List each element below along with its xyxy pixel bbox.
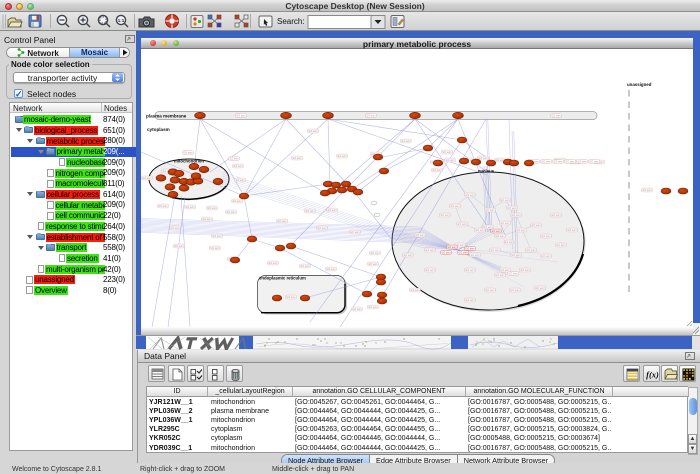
svg-text:GO term: GO term (292, 157, 301, 160)
svg-text:GO term: GO term (317, 227, 326, 230)
svg-text:GO term: GO term (210, 247, 219, 250)
svg-text:GO term: GO term (495, 274, 504, 277)
svg-text:unassigned: unassigned (627, 82, 652, 87)
svg-text:GO term: GO term (352, 308, 361, 311)
svg-text:GO term: GO term (526, 249, 535, 252)
svg-text:GO term: GO term (508, 273, 517, 276)
svg-text:GO term: GO term (326, 268, 335, 271)
svg-text:GO term: GO term (520, 269, 529, 272)
svg-text:GO term: GO term (233, 165, 242, 168)
svg-text:GO term: GO term (300, 265, 309, 268)
svg-text:GO term: GO term (553, 161, 562, 164)
svg-text:GO term: GO term (511, 214, 520, 217)
svg-text:GO term: GO term (541, 235, 550, 238)
svg-text:GO term: GO term (490, 249, 499, 252)
svg-text:GO term: GO term (286, 296, 295, 299)
svg-text:GO term: GO term (470, 254, 479, 257)
svg-text:GO term: GO term (491, 230, 500, 233)
svg-text:GO term: GO term (483, 226, 492, 229)
svg-text:GO term: GO term (170, 227, 179, 230)
svg-text:GO term: GO term (370, 252, 379, 255)
svg-text:1:1: 1:1 (118, 18, 125, 23)
svg-text:GO term: GO term (511, 254, 520, 257)
svg-text:Search:: Search: (277, 17, 305, 26)
svg-text:GO term: GO term (142, 177, 151, 180)
svg-text:GO term: GO term (504, 241, 513, 244)
svg-text:GO term: GO term (445, 159, 454, 162)
svg-text:GO term: GO term (500, 199, 509, 202)
svg-text:plasma membrane: plasma membrane (146, 114, 187, 119)
svg-text:endoplasmic reticulum: endoplasmic reticulum (259, 276, 306, 281)
svg-text:GO term: GO term (642, 189, 651, 192)
svg-text:nucleus: nucleus (478, 169, 495, 174)
svg-text:GO term: GO term (485, 209, 494, 212)
svg-text:GO term: GO term (368, 306, 377, 309)
svg-text:cytoplasm: cytoplasm (147, 127, 170, 132)
svg-text:GO term: GO term (425, 249, 434, 252)
svg-text:GO term: GO term (305, 210, 314, 213)
svg-text:GO term: GO term (531, 224, 540, 227)
svg-text:GO term: GO term (551, 214, 560, 217)
svg-text:mitochondrion: mitochondrion (174, 159, 204, 164)
svg-text:GO term: GO term (232, 200, 241, 203)
svg-text:GO term: GO term (277, 220, 286, 223)
svg-text:GO term: GO term (403, 254, 412, 257)
svg-text:GO term: GO term (577, 161, 586, 164)
svg-text:GO term: GO term (327, 209, 336, 212)
svg-text:GO term: GO term (551, 115, 560, 118)
svg-text:GO term: GO term (425, 269, 434, 272)
svg-text:GO term: GO term (465, 248, 474, 251)
svg-text:GO term: GO term (350, 231, 359, 234)
svg-text:GO term: GO term (567, 229, 576, 232)
svg-text:GO term: GO term (516, 229, 525, 232)
svg-text:GO term: GO term (337, 155, 346, 158)
svg-text:GO term: GO term (440, 214, 449, 217)
svg-text:GO term: GO term (465, 299, 474, 302)
svg-text:GO term: GO term (535, 287, 544, 290)
svg-text:GO term: GO term (441, 252, 450, 255)
svg-text:GO term: GO term (465, 194, 474, 197)
svg-text:GO term: GO term (174, 245, 183, 248)
svg-text:GO term: GO term (410, 289, 419, 292)
svg-text:GO term: GO term (185, 206, 194, 209)
svg-text:GO term: GO term (589, 161, 598, 164)
svg-text:GO term: GO term (183, 152, 192, 155)
svg-text:GO term: GO term (458, 252, 467, 255)
svg-text:GO term: GO term (475, 229, 484, 232)
svg-text:GO term: GO term (510, 289, 519, 292)
svg-text:GO term: GO term (212, 235, 221, 238)
svg-text:GO term: GO term (226, 211, 235, 214)
svg-text:GO term: GO term (308, 130, 317, 133)
svg-text:GO term: GO term (368, 263, 377, 266)
svg-text:GO term: GO term (229, 158, 238, 161)
svg-text:GO term: GO term (447, 246, 456, 249)
svg-text:GO term: GO term (415, 234, 424, 237)
svg-text:GO term: GO term (495, 235, 504, 238)
svg-text:GO term: GO term (401, 140, 410, 143)
svg-text:GO term: GO term (236, 115, 245, 118)
svg-text:GO term: GO term (485, 289, 494, 292)
svg-text:GO term: GO term (442, 151, 451, 154)
svg-text:GO term: GO term (556, 244, 565, 247)
svg-text:GO term: GO term (507, 207, 516, 210)
svg-text:GO term: GO term (457, 223, 466, 226)
svg-text:GO term: GO term (366, 115, 375, 118)
svg-text:GO term: GO term (158, 205, 167, 208)
svg-text:GO term: GO term (268, 262, 277, 265)
svg-text:GO term: GO term (500, 222, 509, 225)
svg-text:f(x): f(x) (646, 370, 659, 380)
svg-text:GO term: GO term (565, 161, 574, 164)
svg-text:GO term: GO term (541, 255, 550, 258)
svg-text:GO term: GO term (202, 218, 211, 221)
svg-text:GO term: GO term (207, 207, 216, 210)
svg-text:GO term: GO term (432, 169, 441, 172)
svg-text:GO term: GO term (235, 179, 244, 182)
svg-text:GO term: GO term (450, 205, 459, 208)
svg-text:GO term: GO term (541, 161, 550, 164)
svg-text:GO term: GO term (465, 269, 474, 272)
